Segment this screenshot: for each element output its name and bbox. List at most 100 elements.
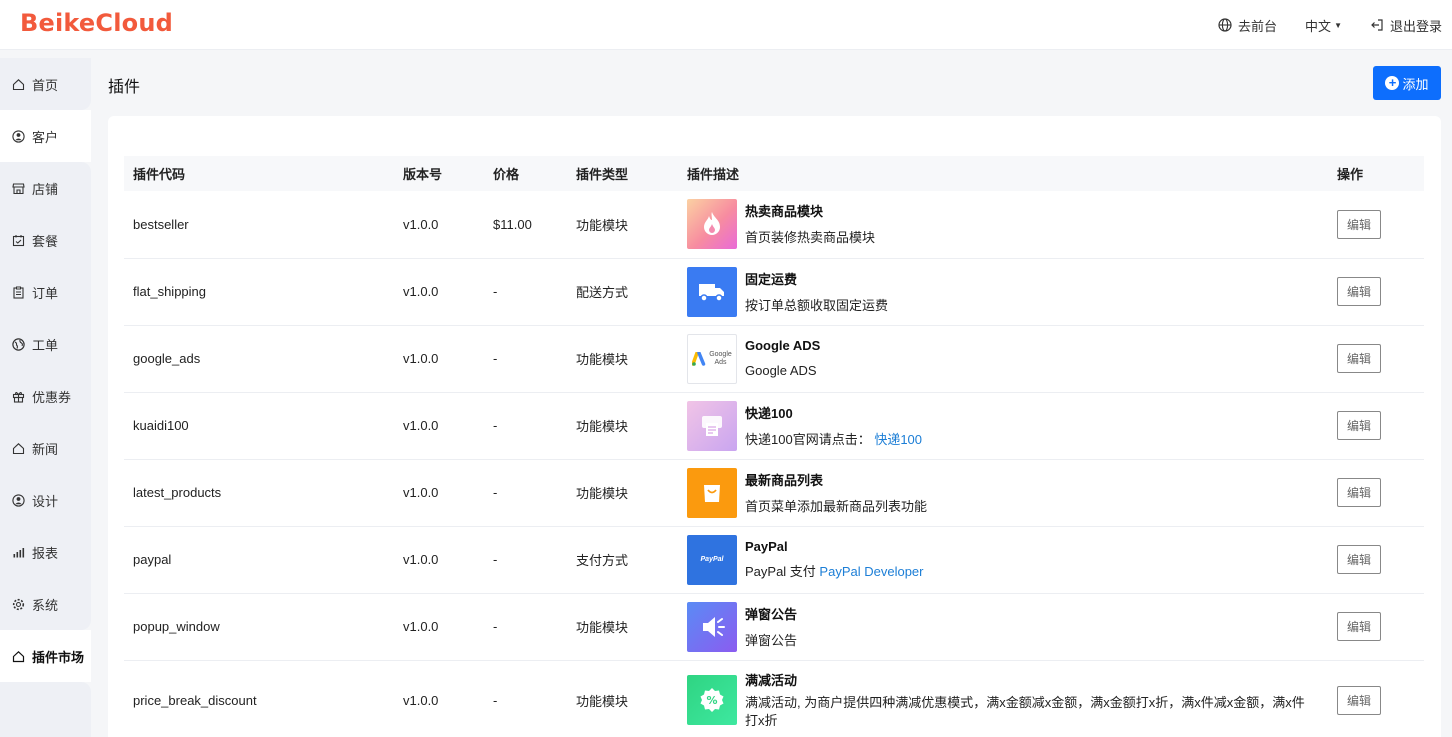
column-header-actions: 操作: [1337, 167, 1364, 182]
column-header-type: 插件类型: [576, 167, 629, 182]
kuaidi100-link[interactable]: 快递100: [874, 432, 922, 447]
plugin-version: v1.0.0: [403, 351, 439, 366]
logout-link[interactable]: 退出登录: [1370, 16, 1442, 35]
plugin-price: -: [493, 351, 498, 366]
plugin-title: PayPal: [745, 538, 788, 554]
plugin-type: 功能模块: [576, 217, 629, 233]
sidebar-item-plugin-market[interactable]: 插件市场: [0, 630, 91, 682]
column-header-version: 版本号: [403, 167, 443, 182]
home-icon: [11, 77, 25, 91]
add-plugin-button[interactable]: + 添加: [1373, 66, 1441, 100]
column-header-price: 价格: [493, 167, 520, 182]
plugin-desc-text: PayPal 支付: [745, 563, 820, 579]
store-icon: [11, 181, 25, 195]
megaphone-icon: [687, 601, 737, 652]
plugin-desc-text: 弹窗公告: [745, 632, 798, 648]
plugin-description: 快递100 快递100官网请点击： 快递100: [678, 392, 1328, 459]
plugin-code: google_ads: [133, 351, 201, 366]
sidebar-item-label: 工单: [32, 337, 59, 353]
paypal-logo-text: PayPal: [700, 556, 724, 563]
logout-icon: [1371, 19, 1383, 31]
home-icon: [11, 441, 25, 455]
plugin-type: 支付方式: [576, 553, 629, 568]
sidebar-item-reports[interactable]: 报表: [0, 526, 91, 578]
table-row: price_break_discount v1.0.0 - 功能模块 % 满减活…: [124, 660, 1424, 737]
sidebar-item-more[interactable]: [0, 682, 91, 737]
edit-button[interactable]: 编辑: [1337, 545, 1381, 574]
plugin-type: 功能模块: [576, 693, 629, 709]
truck-icon: [687, 266, 737, 317]
globe-icon: [11, 337, 25, 351]
edit-button[interactable]: 编辑: [1337, 277, 1381, 306]
sidebar-item-store[interactable]: 店铺: [0, 162, 91, 214]
table-row: bestseller v1.0.0 $11.00 功能模块 热卖商品模块 首页装…: [124, 191, 1424, 258]
sidebar-item-label: 店铺: [32, 181, 59, 197]
plugin-code: latest_products: [133, 485, 222, 500]
plugin-version: v1.0.0: [403, 216, 439, 232]
plugin-version: v1.0.0: [403, 418, 439, 433]
sidebar-item-label: 设计: [32, 493, 59, 509]
plugin-title: 快递100: [745, 405, 793, 421]
google-ads-logo-text: Google: [709, 350, 732, 358]
plugin-price: -: [493, 619, 498, 634]
plugin-description: PayPal PayPal PayPal 支付 PayPal Developer: [678, 526, 1328, 593]
column-header-code: 插件代码: [133, 167, 186, 182]
plugin-type: 功能模块: [576, 352, 629, 367]
plugin-desc-text: 快递100官网请点击：: [745, 431, 875, 447]
sidebar-item-news[interactable]: 新闻: [0, 422, 91, 474]
sidebar-item-system[interactable]: 系统: [0, 578, 91, 630]
sidebar-item-home[interactable]: 首页: [0, 58, 91, 110]
plugin-price: -: [493, 284, 498, 299]
sidebar-item-orders[interactable]: 订单: [0, 266, 91, 318]
edit-button[interactable]: 编辑: [1337, 478, 1381, 507]
bar-chart-icon: [11, 545, 25, 559]
sidebar-item-label: 插件市场: [32, 649, 85, 665]
sidebar-item-packages[interactable]: 套餐: [0, 214, 91, 266]
plugin-desc-text: 首页装修热卖商品模块: [745, 230, 876, 246]
plugin-title: 弹窗公告: [745, 606, 798, 622]
sidebar-item-label: 套餐: [32, 233, 59, 249]
sidebar-item-label: 首页: [32, 77, 59, 93]
table-row: flat_shipping v1.0.0 - 配送方式 固定运费 按订单总额收取…: [124, 258, 1424, 325]
plugin-code: flat_shipping: [133, 284, 206, 299]
edit-button[interactable]: 编辑: [1337, 344, 1381, 373]
sidebar-item-design[interactable]: 设计: [0, 474, 91, 526]
sidebar-item-customers[interactable]: 客户: [0, 110, 91, 162]
table-row: latest_products v1.0.0 - 功能模块 最新商品列表 首页菜…: [124, 459, 1424, 526]
plugin-code: popup_window: [133, 619, 220, 634]
sidebar-item-label: 系统: [32, 597, 59, 613]
edit-button[interactable]: 编辑: [1337, 411, 1381, 440]
caret-down-icon: ▼: [1334, 20, 1342, 30]
plugin-type: 配送方式: [576, 285, 629, 300]
paypal-developer-link[interactable]: PayPal Developer: [819, 564, 923, 579]
plugin-description: Google Ads Google ADS Google ADS: [678, 325, 1328, 392]
table-row: paypal v1.0.0 - 支付方式 PayPal PayPal PayPa…: [124, 526, 1424, 593]
sidebar-item-label: 报表: [32, 545, 59, 561]
edit-button[interactable]: 编辑: [1337, 685, 1381, 715]
calendar-check-icon: [11, 233, 25, 247]
table-header-row: 插件代码 版本号 价格 插件类型 插件描述 操作: [124, 156, 1424, 191]
plugin-price: -: [493, 692, 498, 708]
google-ads-logo: Google Ads: [687, 333, 737, 384]
edit-button[interactable]: 编辑: [1337, 209, 1381, 239]
top-right-actions: 去前台 中文 ▼ 退出登录: [1190, 0, 1442, 50]
plugin-code: kuaidi100: [133, 418, 189, 433]
sidebar-item-coupons[interactable]: 优惠券: [0, 370, 91, 422]
user-circle-icon: [11, 129, 25, 143]
plugin-description: 弹窗公告 弹窗公告: [678, 593, 1328, 660]
go-frontend-link[interactable]: 去前台: [1218, 16, 1277, 35]
gift-icon: [11, 389, 25, 403]
clipboard-icon: [11, 285, 25, 299]
language-dropdown[interactable]: 中文 ▼: [1305, 16, 1342, 35]
plugin-description: 固定运费 按订单总额收取固定运费: [678, 258, 1328, 325]
top-bar: BeikeCloud 去前台 中文 ▼ 退出登录: [0, 0, 1452, 50]
sidebar-item-tickets[interactable]: 工单: [0, 318, 91, 370]
page-title: 插件: [108, 79, 141, 96]
plugin-title: 固定运费: [745, 271, 798, 287]
edit-button[interactable]: 编辑: [1337, 612, 1381, 641]
google-ads-logo-sub: Ads: [714, 358, 727, 366]
plugin-version: v1.0.0: [403, 692, 439, 708]
user-circle-icon: [11, 493, 25, 507]
plugin-price: -: [493, 418, 498, 433]
logo[interactable]: BeikeCloud: [20, 9, 173, 37]
